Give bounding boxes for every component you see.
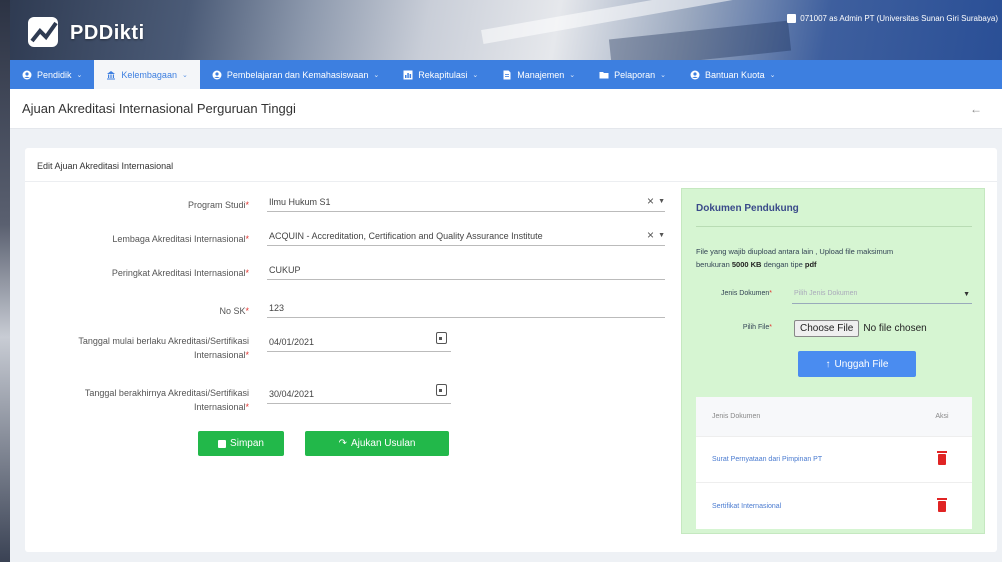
tanggal-mulai-label: Tanggal mulai berlaku Akreditasi/Sertifi… (78, 336, 249, 360)
clear-icon[interactable]: × (647, 194, 654, 208)
no-sk-input[interactable]: 123 (267, 300, 665, 318)
nav-label: Pembelajaran dan Kemahasiswaan (226, 69, 369, 80)
caret-down-icon[interactable]: ▼ (658, 198, 665, 205)
document-link[interactable]: Surat Pernyataan dari Pimpinan PT (696, 456, 912, 463)
page-header: Ajuan Akreditasi Internasional Perguruan… (10, 89, 1002, 129)
divider (696, 226, 972, 227)
documents-table: Jenis Dokumen Aksi Surat Pernyataan dari… (696, 397, 972, 529)
file-input[interactable]: Choose File No file chosen (794, 320, 927, 337)
choose-file-button[interactable]: Choose File (794, 320, 860, 337)
page-title: Ajuan Akreditasi Internasional Perguruan… (22, 101, 296, 116)
brand-name: PDDikti (70, 21, 145, 44)
peringkat-label: Peringkat Akreditasi Internasional* (111, 268, 249, 278)
chevron-down-icon: ⌄ (472, 71, 479, 79)
caret-down-icon: ▼ (963, 291, 970, 298)
save-icon (218, 439, 227, 448)
nav-label: Manajemen (517, 69, 565, 80)
supporting-documents-panel: Dokumen Pendukung File yang wajib diuplo… (681, 188, 985, 534)
share-icon: ↷ (338, 438, 347, 449)
table-row: Sertifikat Internasional (696, 483, 972, 529)
chevron-down-icon: ⌄ (769, 71, 776, 79)
brand-logo[interactable]: PDDikti (26, 15, 145, 51)
no-sk-label: No SK* (219, 306, 249, 316)
nav-pembelajaran[interactable]: Pembelajaran dan Kemahasiswaan ⌄ (200, 60, 391, 89)
table-header: Jenis Dokumen Aksi (696, 397, 972, 437)
tanggal-berakhir-label: Tanggal berakhirnya Akreditasi/Sertifika… (84, 388, 249, 412)
user-info-text: 071007 as Admin PT (Universitas Sunan Gi… (800, 14, 998, 23)
chevron-down-icon: ⌄ (569, 71, 576, 79)
user-circle-icon (22, 70, 32, 79)
edit-form-card: Edit Ajuan Akreditasi Internasional Prog… (25, 148, 997, 552)
header-banner: PDDikti 071007 as Admin PT (Universitas … (10, 0, 1002, 60)
chevron-down-icon: ⌄ (660, 71, 667, 79)
chart-icon (403, 70, 413, 79)
institution-icon (107, 70, 116, 79)
column-header: Jenis Dokumen (712, 413, 761, 420)
jenis-dokumen-label: Jenis Dokumen* (721, 290, 772, 297)
trash-icon[interactable] (937, 497, 947, 512)
nav-label: Bantuan Kuota (705, 69, 765, 80)
jenis-dokumen-select[interactable]: Pilih Jenis Dokumen ▼ (792, 288, 972, 304)
nav-label: Pelaporan (614, 69, 656, 80)
document-icon (503, 70, 511, 79)
user-circle-icon (690, 70, 700, 79)
nav-bantuan-kuota[interactable]: Bantuan Kuota ⌄ (678, 60, 787, 89)
caret-down-icon[interactable]: ▼ (658, 232, 665, 239)
calendar-icon[interactable] (436, 384, 447, 396)
column-header: Aksi (935, 413, 949, 420)
nav-kelembagaan[interactable]: Kelembagaan ⌄ (94, 60, 200, 89)
submit-proposal-button[interactable]: ↷ Ajukan Usulan (305, 431, 449, 456)
nav-label: Kelembagaan (121, 69, 177, 80)
upload-file-button[interactable]: ↑ Unggah File (798, 351, 916, 377)
back-arrow-icon[interactable]: ← (970, 102, 982, 116)
program-studi-label: Program Studi* (187, 200, 249, 210)
nav-rekapitulasi[interactable]: Rekapitulasi ⌄ (391, 60, 490, 89)
calendar-icon[interactable] (436, 332, 447, 344)
nav-label: Rekapitulasi (418, 69, 468, 80)
chevron-down-icon: ⌄ (181, 71, 188, 79)
window-edge (0, 0, 10, 562)
save-button[interactable]: Simpan (198, 431, 284, 456)
user-info[interactable]: 071007 as Admin PT (Universitas Sunan Gi… (787, 14, 998, 23)
upload-instructions: File yang wajib diupload antara lain , U… (696, 247, 894, 269)
table-row: Surat Pernyataan dari Pimpinan PT (696, 437, 972, 483)
user-card-icon (787, 14, 797, 23)
peringkat-input[interactable]: CUKUP (267, 262, 665, 280)
user-circle-icon (212, 70, 222, 79)
tanggal-mulai-input[interactable]: 04/01/2021 (267, 332, 451, 352)
nav-label: Pendidik (37, 69, 72, 80)
lembaga-select[interactable]: ACQUIN - Accreditation, Certification an… (267, 228, 665, 246)
program-studi-select[interactable]: Ilmu Hukum S1 × ▼ (267, 194, 665, 212)
form-title: Edit Ajuan Akreditasi Internasional (37, 161, 174, 171)
clear-icon[interactable]: × (647, 228, 654, 242)
nav-manajemen[interactable]: Manajemen ⌄ (490, 60, 587, 89)
upload-icon: ↑ (825, 358, 831, 370)
divider (25, 181, 997, 182)
panel-title: Dokumen Pendukung (696, 203, 799, 214)
pddikti-logo-icon (26, 15, 66, 51)
main-navbar: Pendidik ⌄ Kelembagaan ⌄ Pembelajaran da… (10, 60, 1002, 89)
nav-pendidik[interactable]: Pendidik ⌄ (10, 60, 94, 89)
file-status: No file chosen (863, 323, 927, 334)
chevron-down-icon: ⌄ (76, 71, 83, 79)
nav-pelaporan[interactable]: Pelaporan ⌄ (587, 60, 678, 89)
folder-icon (599, 71, 609, 78)
lembaga-label: Lembaga Akreditasi Internasional* (112, 234, 249, 244)
tanggal-berakhir-input[interactable]: 30/04/2021 (267, 384, 451, 404)
document-link[interactable]: Sertifikat Internasional (696, 503, 912, 510)
chevron-down-icon: ⌄ (373, 71, 380, 79)
trash-icon[interactable] (937, 451, 947, 465)
pilih-file-label: Pilih File* (742, 324, 772, 331)
